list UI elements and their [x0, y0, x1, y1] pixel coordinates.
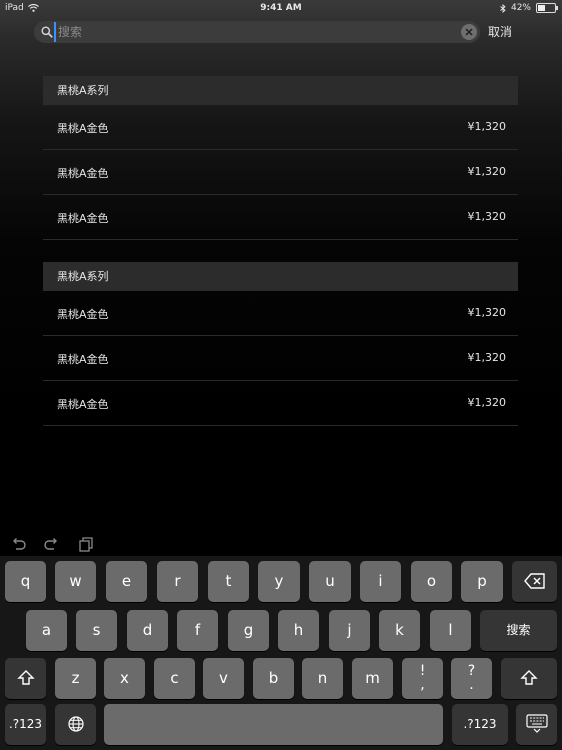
battery-percent: 42%: [510, 3, 531, 13]
screen: iPad 9:41 AM 42% 搜索 取消 黑桃A系列 黑桃A金色 ¥1,32…: [0, 0, 562, 750]
item-price: ¥1,320: [467, 210, 507, 223]
item-price: ¥1,320: [467, 396, 507, 409]
key-i[interactable]: i: [360, 561, 401, 602]
space-key[interactable]: [104, 704, 443, 745]
key-bottom-char: .: [469, 677, 474, 693]
key-v[interactable]: v: [203, 658, 244, 699]
shift-icon: [16, 670, 35, 685]
key-k[interactable]: k: [379, 610, 420, 651]
section-header: 黑桃A系列: [43, 76, 518, 105]
list-item[interactable]: 黑桃A金色 ¥1,320: [43, 195, 518, 240]
key-l[interactable]: l: [430, 610, 471, 651]
key-exclamation-comma[interactable]: ! ,: [402, 658, 443, 699]
key-x[interactable]: x: [104, 658, 145, 699]
undo-icon[interactable]: [10, 535, 28, 553]
key-o[interactable]: o: [411, 561, 452, 602]
key-g[interactable]: g: [228, 610, 269, 651]
item-name: 黑桃A金色: [57, 122, 109, 135]
item-price: ¥1,320: [467, 120, 507, 133]
item-name: 黑桃A金色: [57, 353, 109, 366]
shift-key-left[interactable]: [5, 658, 46, 699]
status-right: 42%: [500, 3, 558, 13]
key-r[interactable]: r: [157, 561, 198, 602]
keyboard: q w e r t y u i o p a s d f g h j k l 搜索: [0, 556, 562, 750]
keyboard-shortcut-bar: [0, 532, 562, 556]
key-f[interactable]: f: [177, 610, 218, 651]
numbers-key-left[interactable]: .?123: [5, 704, 46, 745]
item-price: ¥1,320: [467, 306, 507, 319]
key-m[interactable]: m: [352, 658, 393, 699]
item-name: 黑桃A金色: [57, 398, 109, 411]
item-name: 黑桃A金色: [57, 212, 109, 225]
section-header: 黑桃A系列: [43, 262, 518, 291]
key-c[interactable]: c: [154, 658, 195, 699]
delete-key[interactable]: [512, 561, 557, 602]
key-t[interactable]: t: [208, 561, 249, 602]
redo-icon[interactable]: [42, 535, 60, 553]
key-z[interactable]: z: [55, 658, 96, 699]
battery-icon: [536, 3, 558, 13]
key-bottom-char: ,: [420, 677, 425, 693]
dismiss-keyboard-key[interactable]: [516, 704, 557, 745]
close-icon: [465, 28, 473, 36]
numbers-key-right[interactable]: .?123: [452, 704, 508, 745]
key-j[interactable]: j: [329, 610, 370, 651]
key-q[interactable]: q: [5, 561, 46, 602]
key-h[interactable]: h: [278, 610, 319, 651]
cancel-button[interactable]: 取消: [488, 23, 512, 40]
key-b[interactable]: b: [253, 658, 294, 699]
clear-search-button[interactable]: [461, 24, 477, 40]
status-time: 9:41 AM: [260, 3, 302, 13]
paste-icon[interactable]: [77, 535, 95, 553]
list-item[interactable]: 黑桃A金色 ¥1,320: [43, 150, 518, 195]
key-w[interactable]: w: [55, 561, 96, 602]
key-top-char: ?: [467, 663, 476, 679]
globe-icon: [67, 716, 84, 732]
shift-key-right[interactable]: [501, 658, 557, 699]
list-item[interactable]: 黑桃A金色 ¥1,320: [43, 105, 518, 150]
key-y[interactable]: y: [258, 561, 300, 602]
product-section: 黑桃A系列 黑桃A金色 ¥1,320 黑桃A金色 ¥1,320 黑桃A金色 ¥1…: [43, 262, 518, 426]
status-bar: iPad 9:41 AM 42%: [0, 0, 562, 18]
key-u[interactable]: u: [309, 561, 351, 602]
shift-icon: [520, 670, 538, 685]
backspace-icon: [523, 573, 545, 589]
search-input[interactable]: [54, 22, 458, 42]
key-p[interactable]: p: [461, 561, 503, 602]
item-price: ¥1,320: [467, 351, 507, 364]
bluetooth-icon: [500, 3, 506, 13]
item-price: ¥1,320: [467, 165, 507, 178]
key-s[interactable]: s: [76, 610, 117, 651]
item-name: 黑桃A金色: [57, 167, 109, 180]
key-d[interactable]: d: [127, 610, 168, 651]
search-bar[interactable]: [34, 21, 480, 43]
list-item[interactable]: 黑桃A金色 ¥1,320: [43, 336, 518, 381]
globe-key[interactable]: [55, 704, 96, 745]
battery-fill: [538, 5, 545, 11]
key-n[interactable]: n: [302, 658, 343, 699]
list-item[interactable]: 黑桃A金色 ¥1,320: [43, 381, 518, 426]
key-top-char: !: [419, 663, 426, 679]
key-a[interactable]: a: [26, 610, 67, 651]
product-section: 黑桃A系列 黑桃A金色 ¥1,320 黑桃A金色 ¥1,320 黑桃A金色 ¥1…: [43, 76, 518, 240]
item-name: 黑桃A金色: [57, 308, 109, 321]
list-item[interactable]: 黑桃A金色 ¥1,320: [43, 291, 518, 336]
key-question-period[interactable]: ? .: [451, 658, 492, 699]
key-e[interactable]: e: [106, 561, 147, 602]
search-key[interactable]: 搜索: [480, 610, 557, 651]
search-icon: [41, 26, 53, 38]
keyboard-dismiss-icon: [525, 714, 548, 733]
